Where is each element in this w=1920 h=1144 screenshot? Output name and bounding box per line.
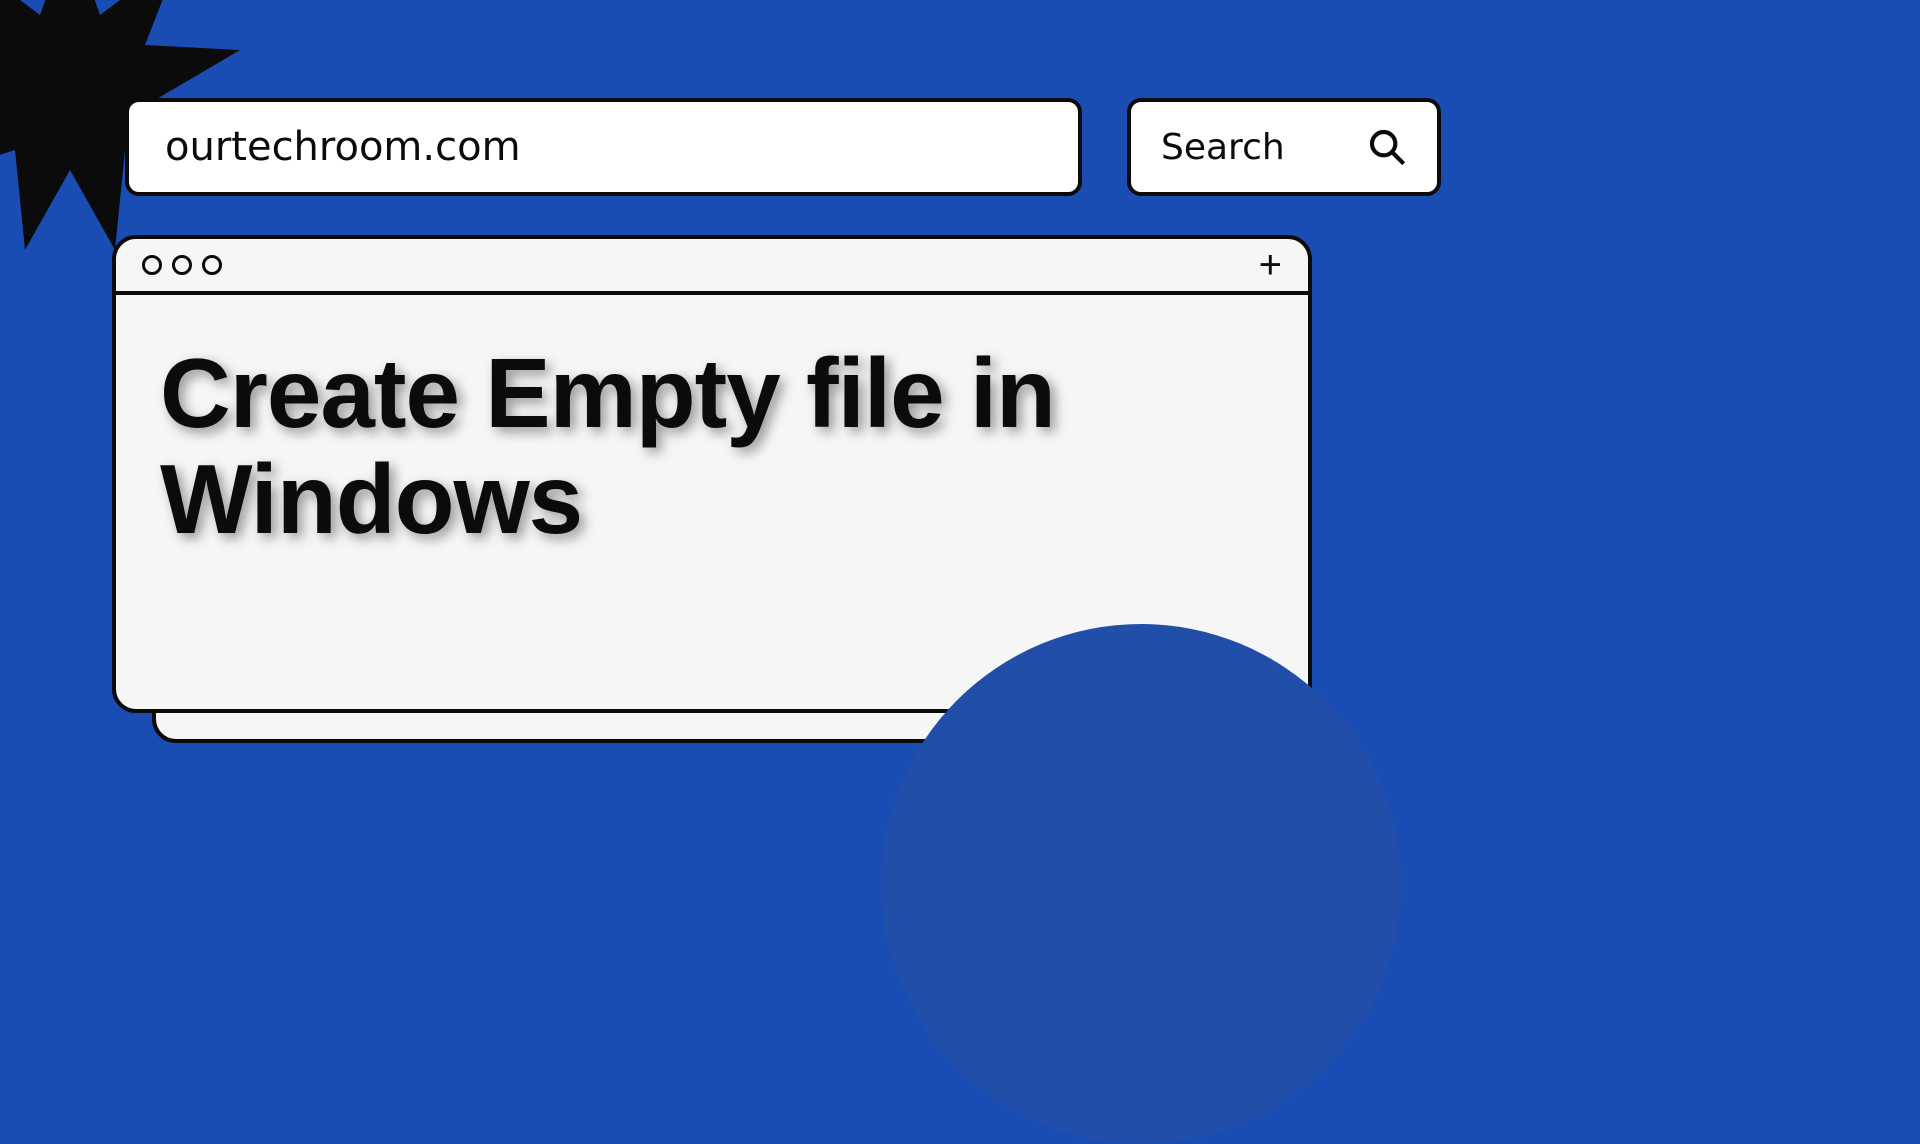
window-control-dot[interactable] bbox=[202, 255, 222, 275]
address-bar[interactable]: ourtechroom.com bbox=[125, 98, 1082, 196]
window-control-dot[interactable] bbox=[142, 255, 162, 275]
address-bar-text: ourtechroom.com bbox=[165, 124, 521, 170]
window-control-dot[interactable] bbox=[172, 255, 192, 275]
search-icon bbox=[1367, 127, 1407, 167]
decorative-circle bbox=[881, 624, 1401, 1144]
window-controls bbox=[142, 255, 222, 275]
window-titlebar: + bbox=[116, 239, 1308, 295]
search-label: Search bbox=[1161, 127, 1285, 168]
plus-icon[interactable]: + bbox=[1259, 245, 1282, 285]
search-box[interactable]: Search bbox=[1127, 98, 1441, 196]
page-headline: Create Empty file in Windows bbox=[160, 341, 1264, 553]
